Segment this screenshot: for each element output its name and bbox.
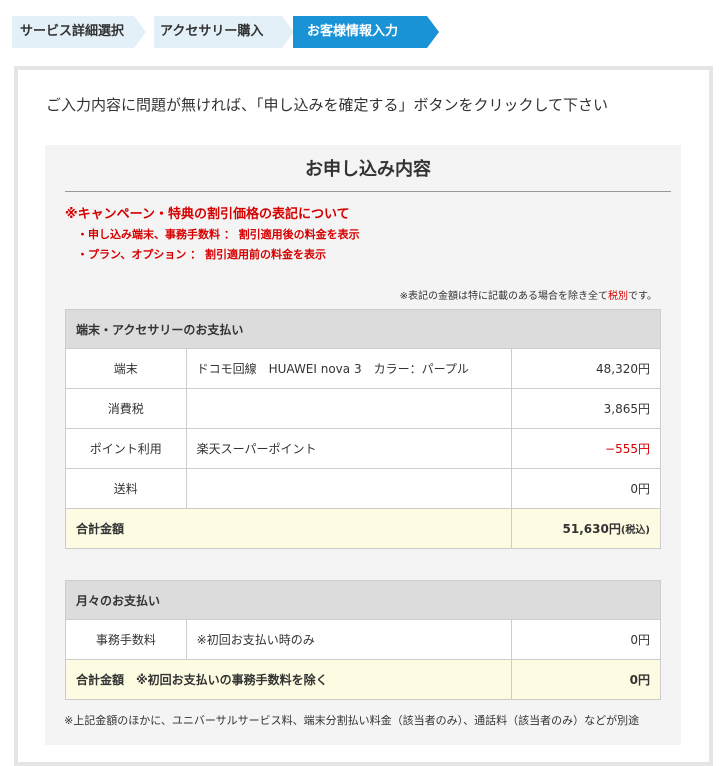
row-description	[185, 388, 513, 429]
table-row: 端末 ドコモ回線 HUAWEI nova 3 カラー：パープル 48,320円	[65, 348, 661, 389]
total-tax-note: (税込)	[620, 525, 650, 536]
step-accessory-purchase: アクセサリー購入	[154, 16, 294, 48]
table-row: 送料 0円	[65, 468, 661, 509]
device-payment-heading: 端末・アクセサリーのお支払い	[65, 309, 661, 349]
row-label: 送料	[65, 468, 187, 509]
row-amount: 0円	[511, 468, 661, 509]
tax-note-suffix: です。	[628, 291, 657, 302]
row-label: 事務手数料	[65, 619, 187, 660]
notice-heading: ※キャンペーン・特典の割引価格の表記について	[65, 207, 350, 222]
footnote: ※上記金額のほかに、ユニバーサルサービス料、端末分割払い料金（該当者のみ）、通話…	[64, 714, 640, 727]
step-service-details: サービス詳細選択	[12, 16, 146, 48]
row-amount-negative: −555円	[511, 428, 661, 469]
monthly-payment-table: 月々のお支払い 事務手数料 ※初回お支払い時のみ 0円 合計金額 ※初回お支払い…	[64, 580, 661, 700]
instruction-text: ご入力内容に問題が無ければ、「申し込みを確定する」ボタンをクリックして下さい	[46, 96, 609, 114]
row-description: 楽天スーパーポイント	[185, 428, 513, 469]
discount-notice: ※キャンペーン・特典の割引価格の表記について ・申し込み端末、事務手数料 ： 割…	[65, 203, 360, 262]
total-label: 合計金額 ※初回お支払いの事務手数料を除く	[64, 659, 513, 700]
row-description: ※初回お支払い時のみ	[185, 619, 513, 660]
total-amount: 0円	[511, 659, 661, 700]
row-description	[185, 468, 513, 509]
total-row: 合計金額 51,630円(税込)	[64, 508, 661, 549]
row-description: ドコモ回線 HUAWEI nova 3 カラー：パープル	[185, 348, 513, 389]
device-payment-table: 端末・アクセサリーのお支払い 端末 ドコモ回線 HUAWEI nova 3 カラ…	[64, 309, 661, 549]
row-label: 消費税	[65, 388, 187, 429]
total-amount: 51,630円	[562, 522, 621, 536]
total-row: 合計金額 ※初回お支払いの事務手数料を除く 0円	[64, 659, 661, 700]
step-customer-info-current: お客様情報入力	[293, 16, 439, 48]
tax-note-prefix: ※表記の金額は特に記載のある場合を除き全て	[399, 291, 608, 302]
row-label: ポイント利用	[65, 428, 187, 469]
total-amount-cell: 51,630円(税込)	[511, 508, 661, 549]
tax-note-highlight: 税別	[608, 291, 628, 302]
notice-item: ・プラン、オプション ： 割引適用前の料金を表示	[77, 248, 326, 261]
order-summary-panel: お申し込み内容 ※キャンペーン・特典の割引価格の表記について ・申し込み端末、事…	[45, 145, 681, 745]
monthly-payment-heading: 月々のお支払い	[65, 580, 661, 620]
table-row: 消費税 3,865円	[65, 388, 661, 429]
notice-item: ・申し込み端末、事務手数料 ： 割引適用後の料金を表示	[77, 228, 360, 241]
row-amount: 3,865円	[511, 388, 661, 429]
row-amount: 48,320円	[511, 348, 661, 389]
table-row: 事務手数料 ※初回お支払い時のみ 0円	[65, 619, 661, 660]
row-amount: 0円	[511, 619, 661, 660]
tax-note: ※表記の金額は特に記載のある場合を除き全て税別です。	[400, 287, 657, 302]
table-row: ポイント利用 楽天スーパーポイント −555円	[65, 428, 661, 469]
total-label: 合計金額	[64, 508, 513, 549]
panel-title: お申し込み内容	[65, 155, 671, 192]
row-label: 端末	[65, 348, 187, 389]
